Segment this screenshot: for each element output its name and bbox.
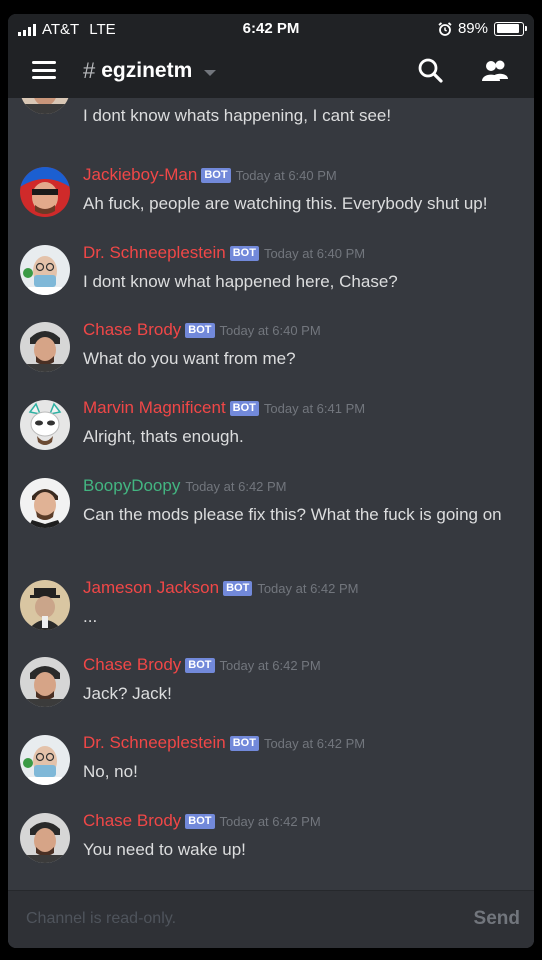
timestamp: Today at 6:40 PM [235, 167, 337, 183]
avatar[interactable] [20, 322, 70, 372]
channel-name: egzinetm [101, 59, 193, 82]
status-bar: AT&T LTE 6:42 PM 89% [8, 14, 534, 44]
username[interactable]: Chase Brody [83, 811, 181, 831]
bot-badge: BOT [185, 813, 215, 829]
message-list[interactable]: I dont know whats happening, I cant see!… [8, 98, 534, 890]
username[interactable]: Chase Brody [83, 320, 181, 340]
message-input[interactable]: Channel is read-only. [26, 910, 176, 928]
send-button[interactable]: Send [474, 908, 520, 930]
alarm-icon [438, 21, 452, 36]
message-text: ... [83, 607, 98, 626]
message-header: Marvin Magnificent BOT Today at 6:41 PM [83, 398, 365, 418]
username[interactable]: Dr. Schneeplestein [83, 733, 226, 753]
message-text: I dont know what happened here, Chase? [83, 272, 398, 291]
timestamp: Today at 6:42 PM [257, 580, 359, 596]
username[interactable]: BoopyDoopy [83, 476, 180, 496]
timestamp: Today at 6:40 PM [219, 322, 321, 338]
avatar[interactable] [20, 478, 70, 528]
bot-badge: BOT [229, 735, 259, 751]
message-header: Jameson Jackson BOT Today at 6:42 PM [83, 578, 358, 598]
avatar[interactable] [20, 245, 70, 295]
timestamp: Today at 6:42 PM [219, 657, 321, 673]
username[interactable]: Jameson Jackson [83, 578, 219, 598]
message-header: Chase Brody BOT Today at 6:42 PM [83, 655, 321, 675]
timestamp: Today at 6:41 PM [263, 400, 366, 416]
message-header: Dr. Schneeplestein BOT Today at 6:40 PM [83, 243, 365, 263]
message-header: Jackieboy-Man BOT Today at 6:40 PM [83, 165, 337, 185]
avatar[interactable] [20, 167, 70, 217]
avatar[interactable] [20, 580, 70, 630]
message-header: Chase Brody BOT Today at 6:40 PM [83, 320, 321, 340]
timestamp: Today at 6:42 PM [219, 813, 321, 829]
menu-icon[interactable] [32, 61, 56, 79]
message-text: What do you want from me? [83, 349, 296, 368]
bot-badge: BOT [201, 167, 231, 183]
battery-fill [496, 24, 519, 33]
message-text: Jack? Jack! [83, 684, 172, 703]
message-text: Can the mods please fix this? What the f… [83, 505, 502, 524]
message-text: No, no! [83, 762, 138, 781]
timestamp: Today at 6:42 PM [185, 478, 287, 494]
search-icon[interactable] [416, 57, 446, 85]
message-text: You need to wake up! [83, 840, 246, 859]
bot-badge: BOT [185, 657, 215, 673]
bot-badge: BOT [185, 322, 215, 338]
hash-icon: # [83, 58, 96, 83]
message-header: BoopyDoopy Today at 6:42 PM [83, 476, 287, 496]
status-right: 89% [438, 20, 527, 37]
app-frame: AT&T LTE 6:42 PM 89% # egzinetm I dont k… [8, 14, 534, 948]
bot-badge: BOT [229, 400, 259, 416]
message-input-bar: Channel is read-only. Send [8, 890, 534, 948]
avatar[interactable] [20, 98, 70, 114]
battery-percent: 89% [457, 20, 488, 37]
channel-header: # egzinetm [8, 44, 534, 98]
username[interactable]: Marvin Magnificent [83, 398, 226, 418]
channel-selector[interactable]: # egzinetm [83, 58, 217, 84]
avatar[interactable] [20, 657, 70, 707]
message-text: Ah fuck, people are watching this. Every… [83, 194, 488, 213]
avatar[interactable] [20, 813, 70, 863]
battery-icon [494, 21, 527, 36]
bot-badge: BOT [229, 245, 259, 261]
timestamp: Today at 6:40 PM [263, 245, 366, 261]
avatar[interactable] [20, 735, 70, 785]
username[interactable]: Dr. Schneeplestein [83, 243, 226, 263]
username[interactable]: Chase Brody [83, 655, 181, 675]
message-header: Dr. Schneeplestein BOT Today at 6:42 PM [83, 733, 365, 753]
timestamp: Today at 6:42 PM [263, 735, 366, 751]
chevron-down-icon [204, 69, 217, 76]
username[interactable]: Jackieboy-Man [83, 165, 197, 185]
members-icon[interactable] [480, 57, 510, 85]
message-text: I dont know whats happening, I cant see! [83, 106, 392, 125]
message-header: Chase Brody BOT Today at 6:42 PM [83, 811, 321, 831]
bot-badge: BOT [223, 580, 253, 596]
avatar[interactable] [20, 400, 70, 450]
message-text: Alright, thats enough. [83, 427, 244, 446]
